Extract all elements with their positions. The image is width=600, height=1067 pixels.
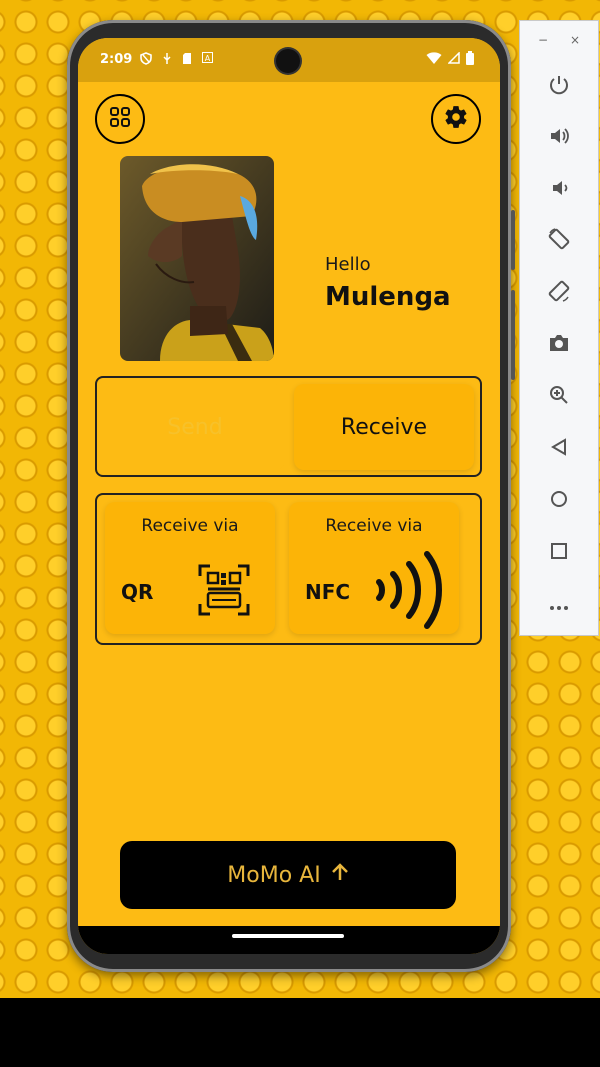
back-icon [550, 438, 568, 460]
home-icon [550, 490, 568, 512]
rotate-left-button[interactable] [544, 226, 574, 256]
more-icon [549, 596, 569, 615]
status-bar: 2:09 A [78, 38, 500, 82]
front-camera [276, 49, 300, 73]
home-gesture-handle[interactable] [232, 934, 344, 938]
nfc-icon [373, 550, 451, 634]
power-button[interactable] [544, 72, 574, 102]
status-system-icons [426, 51, 474, 69]
receive-options: Receive via QR Receive via NFC [95, 493, 482, 645]
zoom-icon [549, 385, 569, 409]
tab-receive[interactable]: Receive [294, 384, 474, 470]
receive-qr-method: QR [121, 580, 154, 604]
phone-volume-button [511, 290, 515, 380]
svg-text:A: A [205, 54, 211, 63]
back-button[interactable] [544, 434, 574, 464]
greeting-text: Hello [325, 254, 371, 275]
wifi-icon [426, 51, 442, 69]
screenshot-button[interactable] [544, 330, 574, 360]
gesture-nav-bar [78, 926, 500, 954]
receive-nfc-method: NFC [305, 580, 351, 604]
menu-button[interactable] [95, 94, 145, 144]
rotate-left-icon [547, 227, 571, 255]
volume-up-icon [548, 125, 570, 151]
user-name: Mulenga [325, 282, 451, 312]
rotate-right-icon [547, 279, 571, 307]
profile-photo [120, 156, 274, 361]
camera-icon [548, 333, 570, 357]
close-button[interactable]: × [570, 33, 580, 47]
overview-button[interactable] [544, 538, 574, 568]
grid-icon [109, 106, 131, 132]
phone-power-button [511, 210, 515, 270]
sd-card-icon [182, 52, 192, 68]
app-screen: 2:09 A Hello Mulenga Send Receive Receiv… [78, 38, 500, 954]
receive-nfc-title: Receive via [325, 516, 423, 536]
more-button[interactable] [544, 590, 574, 620]
signal-icon [447, 51, 460, 68]
power-icon [548, 74, 570, 100]
momo-ai-label: MoMo AI [227, 862, 321, 888]
font-icon: A [202, 52, 213, 68]
status-time: 2:09 [100, 52, 133, 67]
arrow-up-icon [331, 862, 349, 888]
overview-icon [551, 543, 567, 563]
settings-button[interactable] [431, 94, 481, 144]
tab-send[interactable]: Send [105, 384, 285, 470]
receive-nfc-card[interactable]: Receive via NFC [289, 502, 459, 634]
receive-qr-title: Receive via [141, 516, 239, 536]
volume-down-button[interactable] [544, 175, 574, 205]
volume-up-button[interactable] [544, 123, 574, 153]
minimize-button[interactable]: − [538, 33, 548, 47]
battery-icon [466, 51, 474, 69]
send-receive-toggle: Send Receive [95, 376, 482, 477]
qr-code-icon [198, 564, 250, 620]
gear-icon [443, 104, 469, 134]
rotate-right-button[interactable] [544, 278, 574, 308]
vpn-shield-icon [140, 52, 152, 68]
emulator-toolbar: − × [519, 20, 599, 636]
receive-qr-card[interactable]: Receive via QR [105, 502, 275, 634]
volume-down-icon [548, 177, 570, 203]
home-button[interactable] [544, 486, 574, 516]
desktop-bottom-bar [0, 998, 600, 1067]
usb-icon [162, 52, 172, 68]
status-notification-icons: A [140, 52, 213, 68]
momo-ai-button[interactable]: MoMo AI [120, 841, 456, 909]
zoom-button[interactable] [544, 382, 574, 412]
